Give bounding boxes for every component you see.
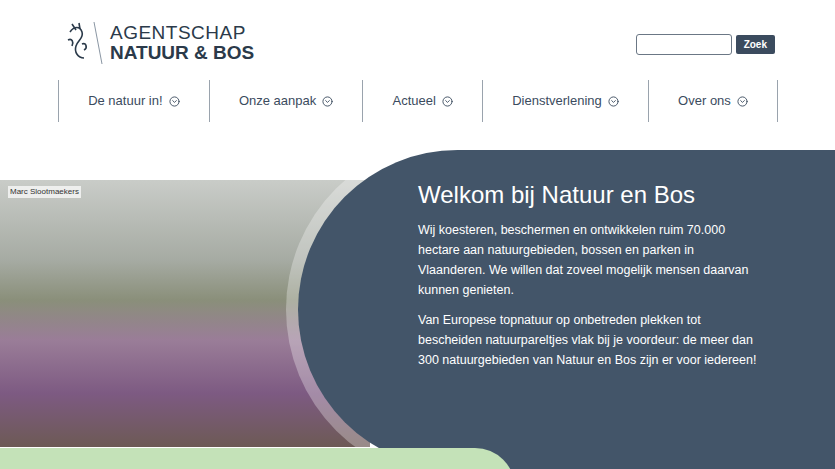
search-button[interactable]: Zoek	[736, 35, 775, 54]
nav-item[interactable]: De natuur in!	[58, 80, 209, 122]
lion-logo-icon	[62, 20, 106, 66]
chevron-down-icon	[737, 96, 748, 107]
nav-item[interactable]: Over ons	[648, 80, 777, 122]
nav-item[interactable]: Onze aanpak	[209, 80, 363, 122]
photo-credit: Marc Slootmaekers	[8, 186, 81, 198]
nav-label: Dienstverlening	[512, 91, 602, 111]
hero-paragraph: Van Europese topnatuur op onbetreden ple…	[418, 310, 763, 370]
logo[interactable]: AGENTSCHAPNATUUR & BOS	[62, 20, 254, 66]
search: Zoek	[636, 34, 775, 55]
search-input[interactable]	[636, 34, 732, 55]
chevron-down-icon	[608, 96, 619, 107]
hero-title: Welkom bij Natuur en Bos	[418, 180, 775, 210]
nav-item[interactable]: Dienstverlening	[482, 80, 648, 122]
nav-item[interactable]: Actueel	[362, 80, 482, 122]
main-nav: De natuur in! Onze aanpak Actueel Dienstver…	[58, 80, 778, 122]
chevron-down-icon	[322, 96, 333, 107]
page: AGENTSCHAPNATUUR & BOS Zoek De natuur in! O…	[0, 0, 835, 469]
nav-label: De natuur in!	[88, 91, 162, 111]
nav-label: Over ons	[678, 91, 731, 111]
logo-line1: AGENTSCHAP	[110, 23, 254, 43]
chevron-down-icon	[442, 96, 453, 107]
chevron-down-icon	[169, 96, 180, 107]
logo-line2: NATUUR & BOS	[110, 43, 254, 63]
hero-paragraph: Wij koesteren, beschermen en ontwikkelen…	[418, 220, 763, 300]
nav-label: Onze aanpak	[239, 91, 316, 111]
header: AGENTSCHAPNATUUR & BOS Zoek	[0, 0, 835, 80]
hero: Marc Slootmaekers Welkom bij Natuur en Bo…	[0, 150, 835, 469]
nav-label: Actueel	[393, 91, 436, 111]
green-strip	[0, 448, 515, 469]
hero-panel: Welkom bij Natuur en Bos Wij koesteren, b…	[298, 150, 835, 469]
